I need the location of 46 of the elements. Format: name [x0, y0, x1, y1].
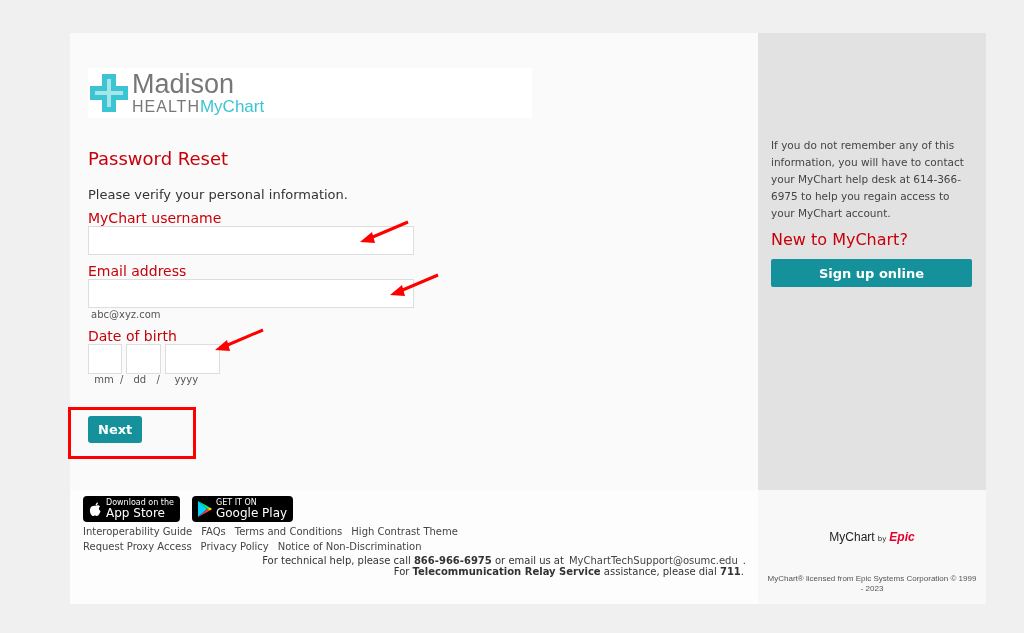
field-label: Email address [88, 263, 187, 279]
play-icon [197, 501, 212, 517]
apple-icon [89, 501, 102, 517]
footer-link[interactable]: Request Proxy Access [83, 541, 192, 552]
footer-link[interactable]: FAQs [201, 526, 226, 537]
help-period: . [742, 555, 746, 566]
badge-title: App Store [106, 507, 166, 519]
badge-caption: GET IT ON [215, 499, 258, 507]
badge-title: Google Play [215, 507, 288, 519]
footer-link[interactable]: Notice of Non-Discrimination [277, 541, 422, 552]
footer-link[interactable]: Privacy Policy [200, 541, 269, 552]
date-separator: / [156, 374, 160, 385]
date-field[interactable] [126, 344, 161, 374]
field-hint: abc@xyz.com [91, 309, 162, 320]
logo-subtitle: HEALTH [132, 99, 200, 115]
footer-link[interactable]: Terms and Conditions [234, 526, 343, 537]
store-badge[interactable]: GET IT ON Google Play [191, 496, 294, 522]
input-field[interactable] [88, 226, 414, 255]
field-label: Date of birth [88, 328, 177, 344]
footer-link[interactable]: High Contrast Theme [351, 526, 458, 537]
logo-brand: MyChart [199, 98, 265, 115]
help-info-text: If you do not remember any of this information, you will have to contact your MyChart help desk at 614-366-6975 to help you regain access to your MyChart account. [771, 138, 965, 221]
cross-icon [90, 74, 128, 112]
date-hint: mm [93, 374, 115, 385]
epic-wordmark: Epic [889, 530, 915, 544]
date-hint: yyyy [173, 374, 200, 385]
date-field[interactable] [165, 344, 220, 374]
mychart-wordmark: MyChart [829, 530, 875, 544]
field-label: MyChart username [88, 210, 222, 226]
logo-name: Madison [132, 71, 236, 98]
input-field[interactable] [88, 279, 414, 308]
page-title: Password Reset [88, 148, 230, 169]
sidebar-heading: New to MyChart? [771, 230, 909, 249]
email-link[interactable]: MyChartTechSupport@osumc.edu [568, 555, 738, 566]
license-text: MyChart® licensed from Epic Systems Corporation © 1999 - 2023 [766, 574, 978, 594]
sign-up-button[interactable]: Sign up online [771, 259, 972, 287]
relay-text: For Telecommunication Relay Service assistance, please dial 711. [393, 566, 744, 577]
help-text: For technical help, please call 866-966-6975 or email us at [262, 555, 564, 566]
date-field[interactable] [88, 344, 122, 374]
date-separator: / [120, 374, 124, 385]
next-button[interactable]: Next [88, 416, 143, 443]
badge-caption: Download on the [106, 499, 174, 507]
date-hint: dd [132, 374, 148, 385]
store-badge[interactable]: Download on the App Store [83, 496, 180, 522]
footer-link[interactable]: Interoperability Guide [83, 526, 193, 537]
intro-text: Please verify your personal information. [88, 187, 349, 202]
